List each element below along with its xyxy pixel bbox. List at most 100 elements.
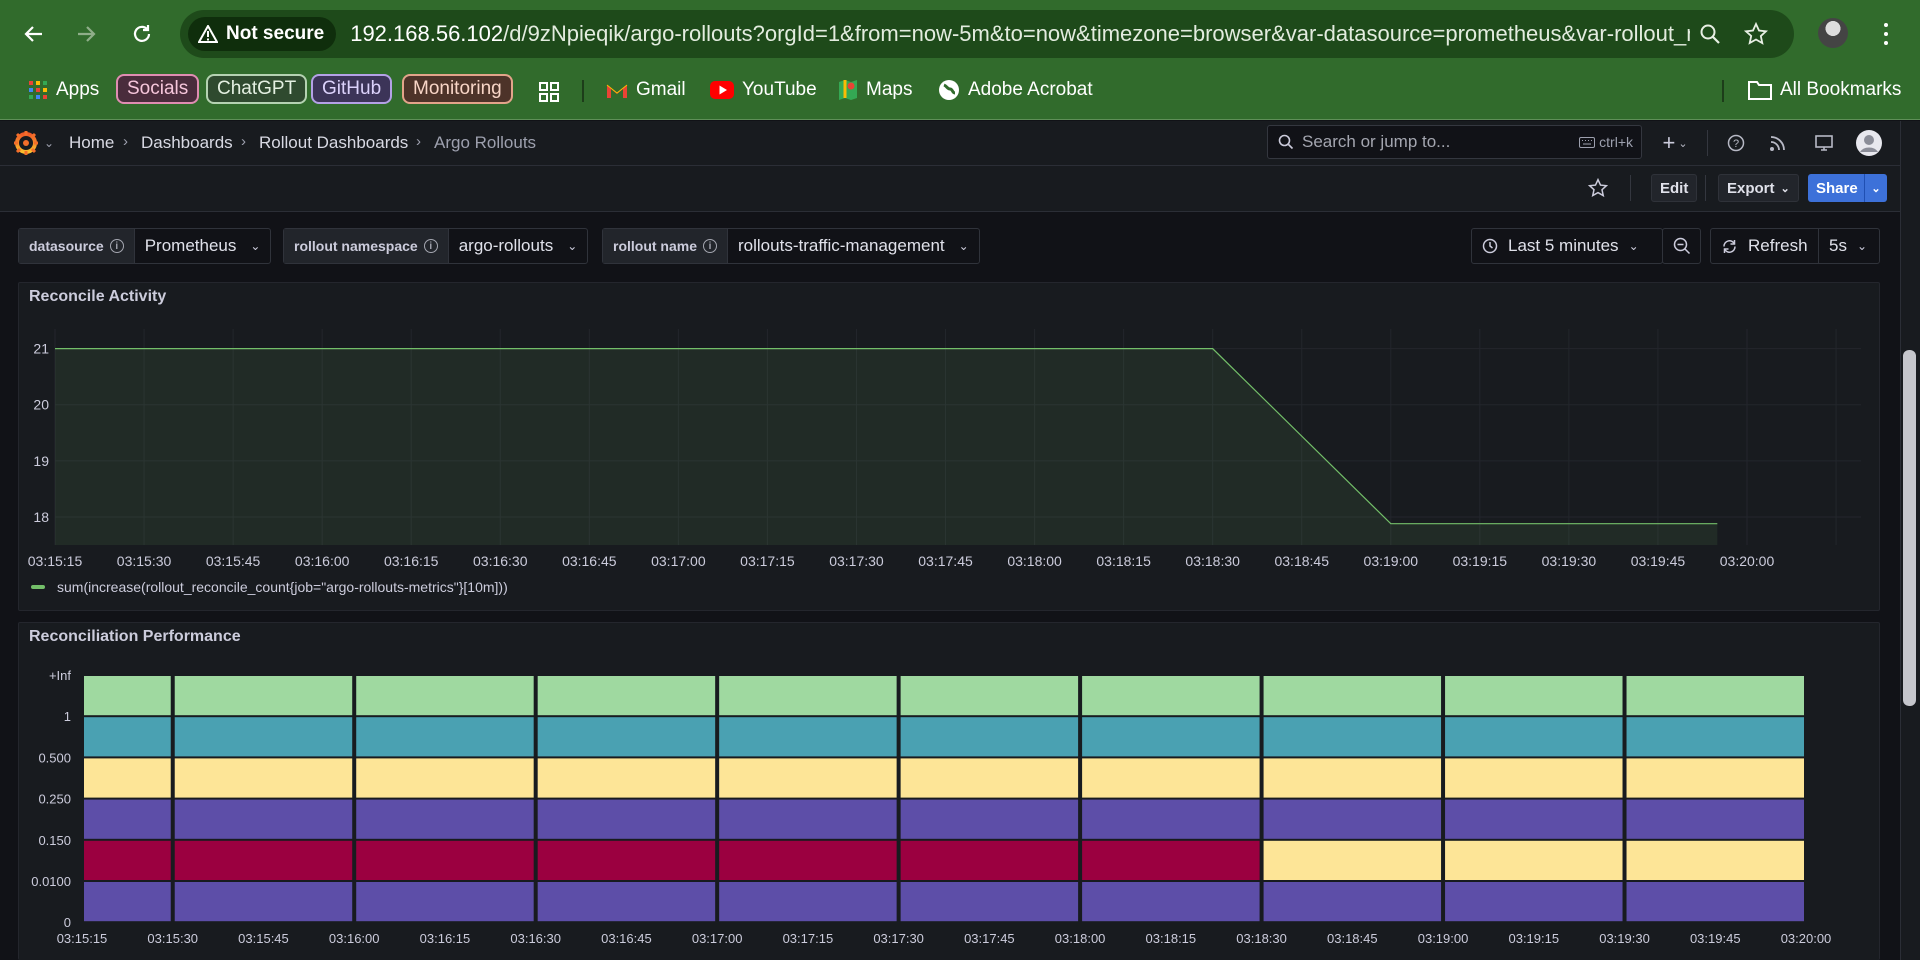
heatmap-cell: [900, 840, 1079, 880]
tab-groups-button[interactable]: [538, 78, 560, 106]
zoom-out-time-button[interactable]: [1662, 228, 1701, 264]
heatmap-cell: [1626, 882, 1804, 922]
url-text[interactable]: 192.168.56.102/d/9zNpieqik/argo-rollouts…: [350, 21, 1690, 47]
bookmark-maps[interactable]: Maps: [838, 76, 912, 104]
share-dropdown-button[interactable]: ⌄: [1864, 174, 1887, 202]
refresh-button[interactable]: Refresh: [1710, 228, 1819, 264]
x-tick-label: 03:15:15: [28, 553, 83, 569]
heatmap-cell: [1082, 676, 1260, 716]
info-icon: i: [423, 239, 438, 253]
bookmark-youtube[interactable]: YouTube: [710, 76, 817, 104]
export-button[interactable]: Export ⌄: [1718, 174, 1799, 202]
x-tick-label: 03:18:45: [1327, 931, 1378, 946]
zoom-button[interactable]: [1696, 20, 1724, 48]
variable-value: rollouts-traffic-management: [738, 236, 945, 255]
x-tick-label: 03:16:30: [510, 931, 561, 946]
heatmap-cell: [1445, 676, 1623, 716]
time-range-picker[interactable]: Last 5 minutes ⌄: [1471, 228, 1663, 264]
star-icon: [1744, 22, 1768, 45]
heatmap-cell: [356, 799, 534, 839]
scrollbar-thumb[interactable]: [1903, 350, 1916, 706]
bookmark-folder-chatgpt[interactable]: ChatGPT: [206, 74, 308, 104]
x-tick-label: 03:18:45: [1274, 553, 1329, 569]
heatmap-cell: [174, 717, 353, 757]
edit-label: Edit: [1660, 179, 1689, 197]
refresh-icon: [1723, 239, 1736, 253]
x-tick-label: 03:16:15: [384, 553, 439, 569]
bookmark-folder-github[interactable]: GitHub: [311, 74, 393, 104]
heatmap-cell: [1082, 799, 1260, 839]
x-tick-label: 03:17:15: [783, 931, 834, 946]
edit-button[interactable]: Edit: [1651, 174, 1698, 202]
x-tick-label: 03:20:00: [1720, 553, 1775, 569]
datasource-select[interactable]: Prometheus ⌄: [135, 229, 271, 263]
x-tick-label: 03:18:00: [1007, 553, 1062, 569]
forward-button[interactable]: [66, 14, 106, 54]
grafana-menu-button[interactable]: ⌄: [12, 129, 54, 157]
new-menu-button[interactable]: + ⌄: [1656, 130, 1694, 155]
x-tick-label: 03:18:00: [1055, 931, 1106, 946]
bookmark-star-button[interactable]: [1742, 20, 1770, 48]
x-tick-label: 03:16:00: [329, 931, 380, 946]
x-tick-label: 03:18:30: [1236, 931, 1287, 946]
chevron-down-icon: ⌄: [1628, 239, 1639, 253]
x-tick-label: 03:17:00: [651, 553, 706, 569]
folder-icon: [1748, 81, 1772, 100]
share-button[interactable]: Share: [1808, 174, 1866, 202]
bookmark-adobe-acrobat[interactable]: Adobe Acrobat: [938, 76, 1093, 104]
star-icon: [1588, 178, 1608, 198]
heatmap-cell: [900, 717, 1079, 757]
back-button[interactable]: [14, 14, 54, 54]
chevron-right-icon: ›: [416, 133, 421, 150]
help-icon: ?: [1727, 134, 1745, 152]
bookmark-apps[interactable]: Apps: [28, 76, 99, 104]
news-button[interactable]: [1766, 131, 1790, 155]
bookmark-folder-socials[interactable]: Socials: [116, 74, 200, 104]
heatmap-cell: [1626, 717, 1804, 757]
heatmap-cell: [356, 840, 534, 880]
heatmap-cell: [1445, 840, 1623, 880]
x-tick-label: 03:19:15: [1508, 931, 1559, 946]
y-bucket-label: 0: [64, 915, 71, 930]
security-chip[interactable]: Not secure: [188, 17, 337, 51]
chrome-menu-button[interactable]: [1876, 20, 1896, 48]
heatmap-cell: [174, 758, 353, 798]
reload-button[interactable]: [122, 14, 162, 54]
refresh-interval-select[interactable]: 5s ⌄: [1818, 228, 1880, 264]
bookmark-folder-monitoring[interactable]: Monitoring: [402, 74, 513, 104]
chevron-down-icon: ⌄: [1678, 137, 1688, 150]
address-bar[interactable]: Not secure 192.168.56.102/d/9zNpieqik/ar…: [180, 10, 1794, 58]
x-tick-label: 03:19:30: [1542, 553, 1597, 569]
x-tick-label: 03:19:45: [1690, 931, 1741, 946]
legend-swatch: [31, 585, 45, 589]
breadcrumb-home[interactable]: Home: [69, 133, 114, 153]
y-bucket-label: 0.0100: [31, 874, 71, 889]
info-icon: i: [703, 239, 718, 253]
help-button[interactable]: ?: [1724, 131, 1748, 155]
youtube-icon: [710, 81, 734, 99]
profile-avatar[interactable]: [1818, 18, 1848, 48]
kiosk-mode-button[interactable]: [1812, 131, 1836, 155]
toolbar-divider: [1630, 175, 1631, 201]
bookmark-gmail[interactable]: Gmail: [606, 76, 686, 104]
heatmap-cell: [1082, 840, 1260, 880]
bookmark-label: Adobe Acrobat: [968, 79, 1093, 100]
bookmark-divider: [1722, 80, 1724, 102]
x-tick-label: 03:18:30: [1185, 553, 1240, 569]
search-input[interactable]: Search or jump to... ctrl+k: [1267, 125, 1642, 159]
mark-favorite-button[interactable]: [1586, 176, 1610, 200]
variable-label: rollout name i: [603, 229, 729, 263]
rollout-name-select[interactable]: rollouts-traffic-management ⌄: [728, 229, 979, 263]
url-path: /d/9zNpieqik/argo-rollouts?orgId=1&from=…: [503, 21, 1691, 46]
user-avatar[interactable]: [1855, 129, 1883, 157]
grafana-logo-icon: [14, 131, 38, 155]
bookmark-label: ChatGPT: [217, 78, 297, 99]
search-icon: [1700, 24, 1720, 44]
variable-rollout-namespace: rollout namespace i argo-rollouts ⌄: [283, 228, 589, 264]
all-bookmarks-button[interactable]: All Bookmarks: [1748, 76, 1901, 104]
breadcrumb-dashboards[interactable]: Dashboards: [141, 133, 233, 153]
breadcrumb-folder[interactable]: Rollout Dashboards: [259, 133, 408, 153]
heatmap-cell: [900, 676, 1079, 716]
rollout-namespace-select[interactable]: argo-rollouts ⌄: [449, 229, 588, 263]
bookmark-label: Maps: [866, 79, 913, 100]
